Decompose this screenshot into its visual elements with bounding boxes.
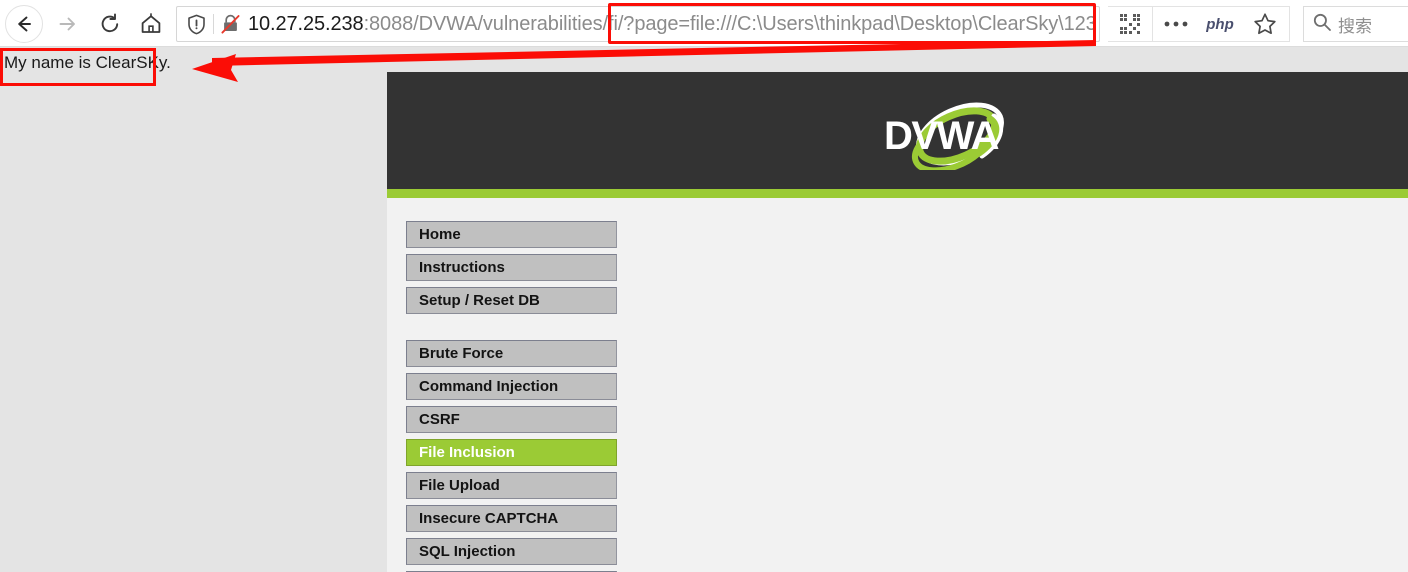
sidebar-item-label: CSRF <box>419 411 460 428</box>
included-file-output: My name is ClearSKy. <box>4 53 171 72</box>
dvwa-accent-bar <box>387 189 1408 198</box>
sidebar-item-label: Setup / Reset DB <box>419 292 540 309</box>
dvwa-app: DVWA Home Instructions Setup / Reset DB … <box>387 72 1408 572</box>
url-text: 10.27.25.238:8088/DVWA/vulnerabilities/f… <box>248 13 1093 36</box>
search-box[interactable]: 搜索 <box>1303 6 1408 42</box>
three-dots-icon[interactable] <box>1152 6 1198 42</box>
sidebar-item-instructions[interactable]: Instructions <box>406 254 617 281</box>
shield-icon[interactable] <box>183 11 209 37</box>
sidebar-item-file-upload[interactable]: File Upload <box>406 472 617 499</box>
sidebar-item-command-injection[interactable]: Command Injection <box>406 373 617 400</box>
dvwa-sidebar: Home Instructions Setup / Reset DB Brute… <box>406 221 617 572</box>
sidebar-item-file-inclusion[interactable]: File Inclusion <box>406 439 617 466</box>
page-viewport: My name is ClearSKy. DVWA Home Instructi… <box>0 47 1408 572</box>
sidebar-item-label: SQL Injection <box>419 543 516 560</box>
php-icon[interactable]: php <box>1198 6 1242 42</box>
forward-button[interactable] <box>48 5 86 43</box>
sidebar-item-brute-force[interactable]: Brute Force <box>406 340 617 367</box>
sidebar-item-home[interactable]: Home <box>406 221 617 248</box>
sidebar-item-label: Command Injection <box>419 378 559 395</box>
home-icon <box>139 12 163 36</box>
forward-arrow-icon <box>56 13 78 35</box>
sidebar-item-label: Instructions <box>419 259 505 276</box>
dvwa-logo: DVWA <box>882 98 1032 170</box>
url-path: :8088/DVWA/vulnerabilities/fi/? <box>363 12 635 35</box>
search-icon <box>1312 12 1332 37</box>
sidebar-item-label: Insecure CAPTCHA <box>419 510 559 527</box>
sidebar-item-label: File Inclusion <box>419 444 515 461</box>
toolbar-extension-group: php <box>1108 6 1290 42</box>
sidebar-item-label: File Upload <box>419 477 500 494</box>
sidebar-item-setup-reset-db[interactable]: Setup / Reset DB <box>406 287 617 314</box>
toolbar-divider <box>213 14 214 34</box>
sidebar-group-divider <box>406 320 617 340</box>
search-placeholder: 搜索 <box>1338 16 1372 36</box>
address-bar[interactable]: 10.27.25.238:8088/DVWA/vulnerabilities/f… <box>176 6 1100 42</box>
url-host: 10.27.25.238 <box>248 12 364 35</box>
sidebar-item-label: Home <box>419 226 461 243</box>
sidebar-item-insecure-captcha[interactable]: Insecure CAPTCHA <box>406 505 617 532</box>
back-arrow-icon <box>13 13 35 35</box>
sidebar-item-csrf[interactable]: CSRF <box>406 406 617 433</box>
sidebar-item-label: Brute Force <box>419 345 504 362</box>
sidebar-group-main: Home Instructions Setup / Reset DB <box>406 221 617 314</box>
dvwa-header: DVWA <box>387 72 1408 189</box>
reload-button[interactable] <box>91 5 129 43</box>
sidebar-item-sql-injection[interactable]: SQL Injection <box>406 538 617 565</box>
dvwa-body: Home Instructions Setup / Reset DB Brute… <box>387 198 1408 572</box>
url-query: page=file:///C:\Users\thinkpad\Desktop\C… <box>634 12 1093 35</box>
crossed-out-padlock-icon[interactable] <box>218 11 244 37</box>
reload-icon <box>98 12 122 36</box>
qr-code-icon[interactable] <box>1108 6 1152 42</box>
browser-window: 10.27.25.238:8088/DVWA/vulnerabilities/f… <box>0 0 1408 572</box>
home-button[interactable] <box>132 5 170 43</box>
browser-toolbar: 10.27.25.238:8088/DVWA/vulnerabilities/f… <box>0 0 1408 47</box>
sidebar-group-vulnerabilities: Brute Force Command Injection CSRF File … <box>406 340 617 572</box>
dvwa-logo-text: DVWA <box>884 114 1000 158</box>
star-bookmark-icon[interactable] <box>1242 6 1288 42</box>
back-button[interactable] <box>5 5 43 43</box>
